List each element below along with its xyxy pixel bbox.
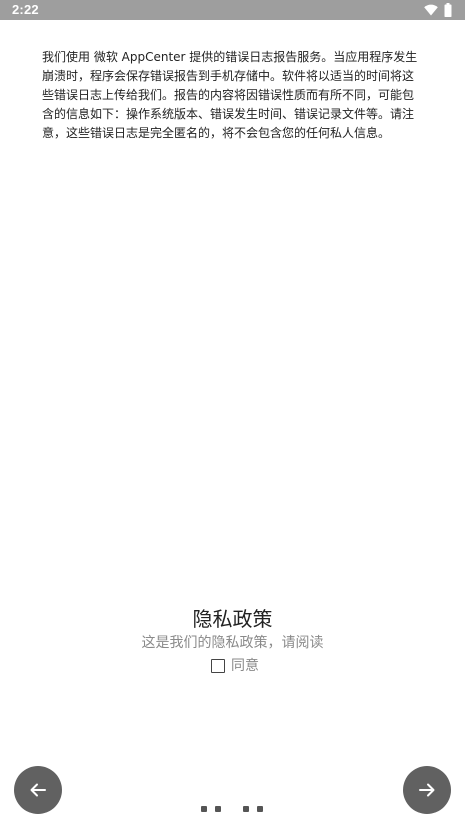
page-dot xyxy=(257,806,263,812)
page-dot xyxy=(243,806,249,812)
next-button[interactable] xyxy=(403,766,451,814)
arrow-left-icon xyxy=(30,783,46,797)
error-report-notice: 我们使用 微软 AppCenter 提供的错误日志报告服务。当应用程序发生崩溃时… xyxy=(42,50,418,140)
page-dot xyxy=(215,806,221,812)
agree-checkbox[interactable] xyxy=(211,659,225,673)
status-time: 2:22 xyxy=(12,2,39,17)
wifi-icon xyxy=(424,4,438,16)
agree-option[interactable]: 同意 xyxy=(211,657,259,675)
battery-icon xyxy=(444,3,452,17)
status-bar: 2:22 xyxy=(0,0,465,20)
agree-label[interactable]: 同意 xyxy=(231,657,259,675)
privacy-title: 隐私政策 xyxy=(192,607,273,631)
back-button[interactable] xyxy=(14,766,62,814)
privacy-subtitle: 这是我们的隐私政策，请阅读 xyxy=(141,635,324,651)
page-dot xyxy=(201,806,207,812)
arrow-right-icon xyxy=(419,783,435,797)
